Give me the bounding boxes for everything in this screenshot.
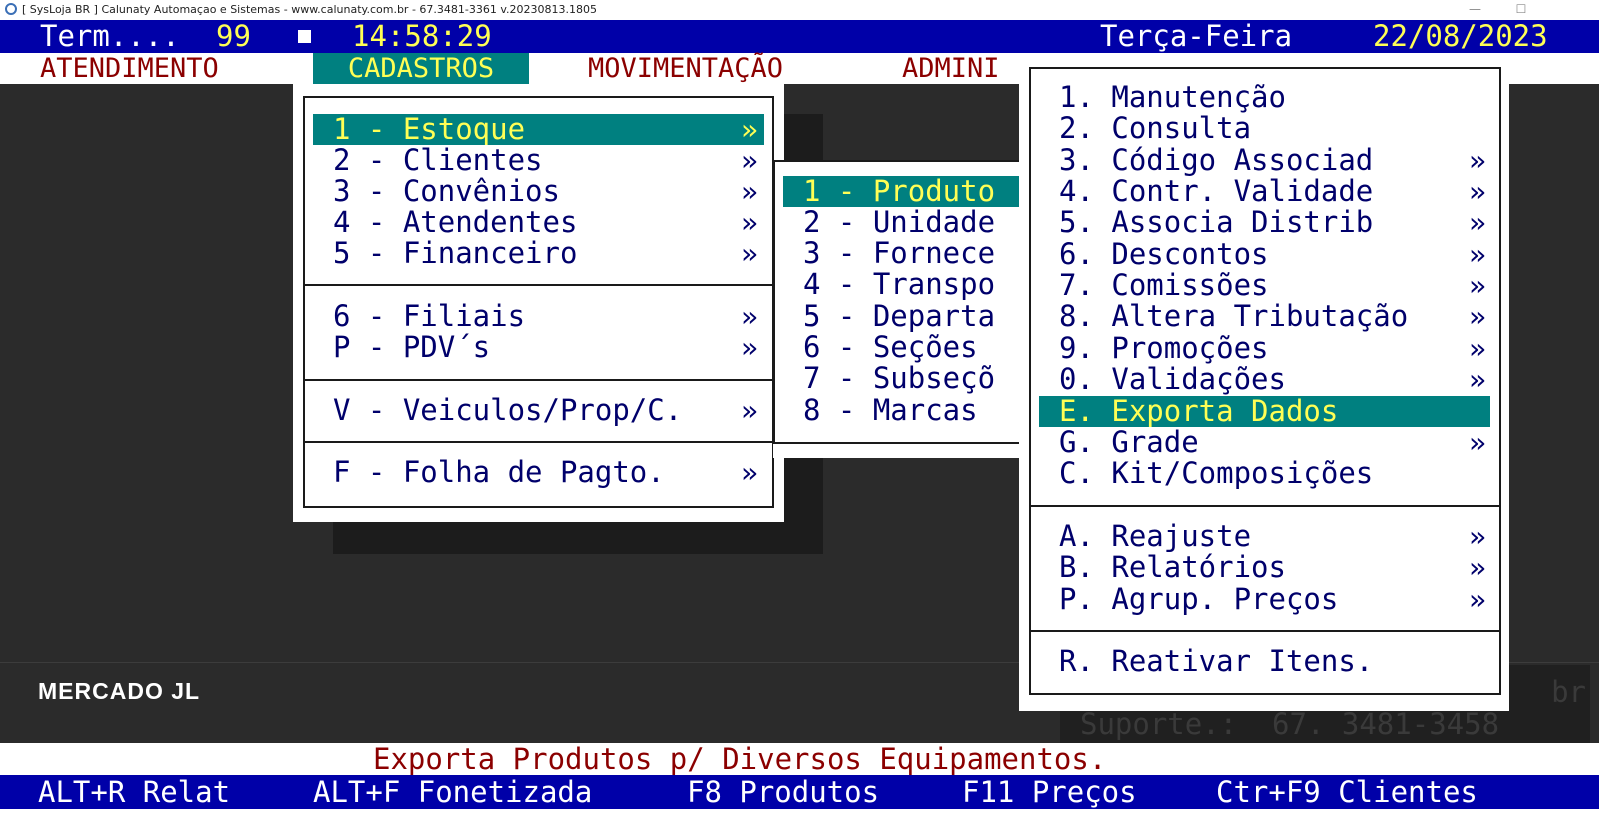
menu-separator bbox=[305, 379, 772, 381]
cursor-block-icon bbox=[298, 30, 311, 43]
menu-item-promocoes[interactable]: 9. Promoções bbox=[1059, 333, 1269, 364]
app-icon bbox=[5, 3, 17, 15]
company-name: MERCADO JL bbox=[38, 678, 201, 704]
menu-item-altera-tributacao[interactable]: 8. Altera Tributação bbox=[1059, 301, 1408, 332]
cadastros-menu: 1 - Estoque » 2 - Clientes » 3 - Convêni… bbox=[293, 84, 784, 522]
menu-item-marcas[interactable]: 8 - Marcas bbox=[803, 395, 978, 426]
menu-item-label: 1 - Produto bbox=[803, 174, 996, 208]
submenu-arrow-icon: » bbox=[741, 456, 758, 489]
submenu-arrow-icon: » bbox=[1469, 269, 1486, 302]
fkey-precos[interactable]: F11 Preços bbox=[962, 775, 1137, 809]
support-line2: Suporte.: 67. 3481-3458 bbox=[1080, 707, 1500, 741]
support-line1: br bbox=[1551, 675, 1586, 709]
submenu-arrow-icon: » bbox=[741, 206, 758, 239]
menu-item-veiculos[interactable]: V - Veiculos/Prop/C. bbox=[333, 395, 682, 426]
menu-item-reajuste[interactable]: A. Reajuste bbox=[1059, 521, 1251, 552]
menu-item-financeiro[interactable]: 5 - Financeiro bbox=[333, 238, 577, 269]
status-line: Exporta Produtos p/ Diversos Equipamento… bbox=[0, 743, 1599, 775]
status-message: Exporta Produtos p/ Diversos Equipamento… bbox=[373, 742, 1107, 776]
top-info-bar: Term.... 99 14:58:29 Terça-Feira 22/08/2… bbox=[0, 20, 1599, 53]
estoque-submenu: 1 - Produto 2 - Unidade 3 - Fornece 4 - … bbox=[773, 160, 1033, 458]
submenu-arrow-icon: » bbox=[741, 113, 758, 146]
menu-item-transportadora[interactable]: 4 - Transpo bbox=[803, 269, 995, 300]
window-title: [ SysLoja BR ] Calunaty Automaçao e Sist… bbox=[22, 3, 597, 16]
menu-separator bbox=[1031, 630, 1499, 632]
menu-item-filiais[interactable]: 6 - Filiais bbox=[333, 301, 525, 332]
menu-item-consulta[interactable]: 2. Consulta bbox=[1059, 113, 1251, 144]
submenu-arrow-icon: » bbox=[1469, 332, 1486, 365]
menu-item-label: E. Exporta Dados bbox=[1059, 394, 1339, 428]
menu-separator bbox=[1031, 505, 1499, 507]
menu-separator bbox=[305, 284, 772, 286]
menu-item-descontos[interactable]: 6. Descontos bbox=[1059, 239, 1269, 270]
menu-item-exporta-dados[interactable]: E. Exporta Dados bbox=[1039, 396, 1490, 427]
submenu-arrow-icon: » bbox=[1469, 520, 1486, 553]
produto-submenu: 1. Manutenção 2. Consulta 3. Código Asso… bbox=[1019, 53, 1509, 711]
submenu-arrow-icon: » bbox=[741, 300, 758, 333]
menu-item-validacoes[interactable]: 0. Validações bbox=[1059, 364, 1286, 395]
clock: 14:58:29 bbox=[352, 19, 492, 53]
menu-item-unidade[interactable]: 2 - Unidade bbox=[803, 207, 995, 238]
menu-item-reativar-itens[interactable]: R. Reativar Itens. bbox=[1059, 646, 1373, 677]
submenu-arrow-icon: » bbox=[741, 175, 758, 208]
menu-item-contr-validade[interactable]: 4. Contr. Validade bbox=[1059, 176, 1373, 207]
submenu-arrow-icon: » bbox=[1469, 583, 1486, 616]
menu-movimentacao[interactable]: MOVIMENTAÇÃO bbox=[588, 53, 783, 84]
menu-item-secoes[interactable]: 6 - Seções bbox=[803, 332, 978, 363]
menu-item-comissoes[interactable]: 7. Comissões bbox=[1059, 270, 1269, 301]
window-titlebar: [ SysLoja BR ] Calunaty Automaçao e Sist… bbox=[0, 0, 1599, 20]
bottom-strip bbox=[0, 809, 1599, 827]
menu-item-fornecedor[interactable]: 3 - Fornece bbox=[803, 238, 995, 269]
term-label: Term.... bbox=[40, 19, 180, 53]
submenu-arrow-icon: » bbox=[1469, 175, 1486, 208]
menu-item-label: 1 - Estoque bbox=[333, 112, 526, 146]
menu-item-clientes[interactable]: 2 - Clientes bbox=[333, 145, 543, 176]
fkey-relat[interactable]: ALT+R Relat bbox=[38, 775, 230, 809]
submenu-arrow-icon: » bbox=[1469, 551, 1486, 584]
menu-item-relatorios[interactable]: B. Relatórios bbox=[1059, 552, 1286, 583]
term-value: 99 bbox=[216, 19, 251, 53]
submenu-arrow-icon: » bbox=[741, 144, 758, 177]
fkey-fonetizada[interactable]: ALT+F Fonetizada bbox=[313, 775, 592, 809]
submenu-arrow-icon: » bbox=[1469, 144, 1486, 177]
menu-item-agrup-precos[interactable]: P. Agrup. Preços bbox=[1059, 584, 1338, 615]
fkey-produtos[interactable]: F8 Produtos bbox=[687, 775, 879, 809]
submenu-arrow-icon: » bbox=[1469, 426, 1486, 459]
menu-item-folha-pagto[interactable]: F - Folha de Pagto. bbox=[333, 457, 665, 488]
menu-item-associa-distrib[interactable]: 5. Associa Distrib bbox=[1059, 207, 1373, 238]
menu-item-atendentes[interactable]: 4 - Atendentes bbox=[333, 207, 577, 238]
submenu-arrow-icon: » bbox=[741, 394, 758, 427]
maximize-button[interactable]: ☐ bbox=[1498, 0, 1544, 20]
menu-cadastros[interactable]: CADASTROS bbox=[313, 53, 529, 84]
date: 22/08/2023 bbox=[1373, 19, 1548, 53]
menu-item-convenios[interactable]: 3 - Convênios bbox=[333, 176, 560, 207]
submenu-arrow-icon: » bbox=[741, 331, 758, 364]
menu-atendimento[interactable]: ATENDIMENTO bbox=[40, 53, 219, 84]
submenu-arrow-icon: » bbox=[1469, 363, 1486, 396]
menu-item-produto[interactable]: 1 - Produto bbox=[783, 176, 1033, 207]
menu-separator bbox=[305, 441, 772, 443]
minimize-button[interactable]: — bbox=[1452, 0, 1498, 20]
menu-item-kit-composicoes[interactable]: C. Kit/Composições bbox=[1059, 458, 1373, 489]
menu-item-departamento[interactable]: 5 - Departa bbox=[803, 301, 995, 332]
fkey-clientes[interactable]: Ctr+F9 Clientes bbox=[1216, 775, 1478, 809]
menu-item-pdvs[interactable]: P - PDV´s bbox=[333, 332, 490, 363]
menu-item-grade[interactable]: G. Grade bbox=[1059, 427, 1199, 458]
submenu-arrow-icon: » bbox=[741, 237, 758, 270]
menu-item-estoque[interactable]: 1 - Estoque bbox=[313, 114, 764, 145]
function-keys-bar: ALT+R Relat ALT+F Fonetizada F8 Produtos… bbox=[0, 775, 1599, 809]
menu-admin[interactable]: ADMINI bbox=[902, 53, 1000, 84]
submenu-arrow-icon: » bbox=[1469, 238, 1486, 271]
menu-item-codigo-associado[interactable]: 3. Código Associad bbox=[1059, 145, 1373, 176]
submenu-arrow-icon: » bbox=[1469, 300, 1486, 333]
submenu-arrow-icon: » bbox=[1469, 206, 1486, 239]
weekday: Terça-Feira bbox=[1100, 19, 1293, 53]
menu-item-subsecoes[interactable]: 7 - Subseçõ bbox=[803, 363, 995, 394]
menu-item-manutencao[interactable]: 1. Manutenção bbox=[1059, 82, 1286, 113]
